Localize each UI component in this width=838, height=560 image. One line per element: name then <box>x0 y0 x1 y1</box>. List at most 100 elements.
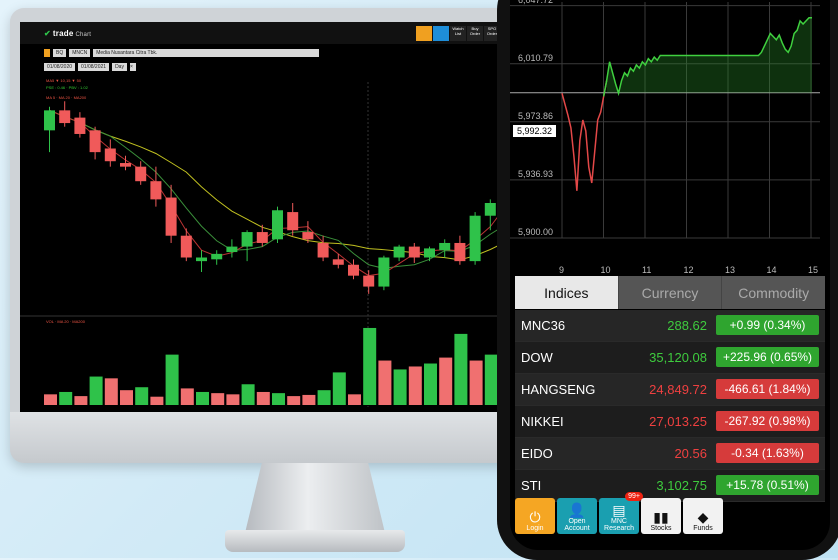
x-label: 12 <box>683 265 694 275</box>
volume-bar <box>256 391 270 405</box>
index-change-badge: -466.61 (1.84%) <box>716 379 819 399</box>
volume-bar <box>302 394 316 405</box>
index-name: EIDO <box>521 446 553 461</box>
candle <box>287 212 299 231</box>
y-label: 6,010.79 <box>518 52 554 63</box>
price-line-down <box>561 80 608 191</box>
research-icon: ▤ <box>612 502 626 518</box>
candle <box>469 215 481 262</box>
index-value: 35,120.08 <box>649 350 707 365</box>
candle <box>150 181 162 200</box>
market-tabs: Indices Currency Commodity <box>515 276 826 309</box>
candle <box>241 232 253 247</box>
volume-bar <box>484 354 498 405</box>
candle <box>135 166 147 182</box>
dock-label: Stocks <box>650 525 672 532</box>
candle <box>424 248 435 258</box>
index-row[interactable]: MNC36 288.62 +0.99 (0.34%) <box>515 310 825 342</box>
phone-device: 6,047.72 6,010.79 5,973.86 5,936.93 5,900.00… <box>497 0 838 560</box>
index-value: 3,102.75 <box>656 478 707 493</box>
x-label: 10 <box>600 265 611 275</box>
candle <box>393 246 405 258</box>
volume-bar <box>348 394 361 405</box>
index-row[interactable]: EIDO 20.56 -0.34 (1.63%) <box>515 438 825 470</box>
volume-bar <box>469 360 483 405</box>
x-label: 9 <box>559 265 565 275</box>
volume-bar <box>378 360 392 405</box>
moving-average-line <box>49 109 506 269</box>
x-label: 11 <box>642 265 652 275</box>
y-label: 5,900.00 <box>518 227 554 237</box>
tab-commodity[interactable]: Commodity <box>721 276 826 309</box>
candle <box>454 242 466 262</box>
candle <box>439 242 451 251</box>
indices-list: MNC36 288.62 +0.99 (0.34%) DOW 35,120.08 +225… <box>515 310 825 502</box>
dock-label: Login <box>526 525 544 532</box>
index-name: MNC36 <box>521 318 566 333</box>
tab-indices[interactable]: Indices <box>515 276 618 309</box>
candle <box>272 210 283 240</box>
candle <box>317 242 329 258</box>
y-label: 5,973.86 <box>518 110 554 121</box>
dock-button-mnc-research[interactable]: ▤ MNC Research 99+ <box>599 492 643 534</box>
volume-bar <box>408 366 422 405</box>
power-icon: ⏻ <box>529 509 541 525</box>
candle <box>59 110 71 124</box>
x-label: 13 <box>725 265 736 275</box>
phone-screen: 6,047.72 6,010.79 5,973.86 5,936.93 5,900.00… <box>510 0 830 550</box>
index-name: STI <box>521 478 542 493</box>
y-label: 5,936.93 <box>518 168 554 179</box>
desktop-trading-screen: ✔ trade Chart Watch List Buy Order SPO Order… <box>20 22 515 412</box>
volume-bar <box>44 394 57 405</box>
index-value: 27,013.25 <box>649 414 707 429</box>
index-value: 288.62 <box>667 318 707 333</box>
index-row[interactable]: NIKKEI 27,013.25 -267.92 (0.98%) <box>515 406 825 438</box>
volume-bar <box>393 369 407 405</box>
intraday-line-chart[interactable] <box>510 0 830 280</box>
current-price-label: 5,992.32 <box>513 125 557 137</box>
monitor-stand-base <box>225 530 405 552</box>
candle <box>120 163 131 167</box>
index-name: DOW <box>521 350 553 365</box>
moving-average-line <box>49 109 506 277</box>
volume-bar <box>287 396 301 405</box>
volume-bar <box>104 378 118 405</box>
candle <box>74 117 86 134</box>
candle <box>363 275 375 287</box>
volume-bar <box>272 393 285 405</box>
candle <box>332 259 344 265</box>
candle <box>165 197 177 236</box>
x-label: 14 <box>766 265 777 275</box>
volume-bar <box>120 390 133 405</box>
candlestick-chart[interactable] <box>20 22 515 412</box>
dock-button-stocks[interactable]: ▮▮ Stocks <box>641 498 681 534</box>
volume-bar <box>454 333 468 405</box>
volume-bar <box>165 354 179 405</box>
dock-label: Funds <box>693 525 713 532</box>
index-change-badge: -0.34 (1.63%) <box>716 443 819 463</box>
candle <box>302 232 314 240</box>
candle <box>484 203 496 216</box>
dock-button-login[interactable]: ⏻ Login <box>515 498 555 534</box>
x-label: 15 <box>808 265 819 275</box>
user-icon: 👤 <box>568 502 586 518</box>
candle <box>196 257 207 262</box>
candle <box>44 110 55 131</box>
index-change-badge: -267.92 (0.98%) <box>716 411 819 431</box>
index-row[interactable]: HANGSENG 24,849.72 -466.61 (1.84%) <box>515 374 825 406</box>
candle <box>104 148 116 162</box>
dock-button-funds[interactable]: ◆ Funds <box>683 498 723 534</box>
bar-chart-icon: ▮▮ <box>653 509 669 525</box>
dock-button-open-account[interactable]: 👤 Open Account <box>557 498 597 534</box>
desktop-monitor: ✔ trade Chart Watch List Buy Order SPO Order… <box>10 8 530 463</box>
candle <box>180 235 192 258</box>
volume-bar <box>196 391 209 405</box>
volume-bar <box>135 387 149 405</box>
tab-currency[interactable]: Currency <box>617 276 722 309</box>
dock-label: MNC Research <box>604 518 634 532</box>
candle <box>378 257 390 287</box>
index-row[interactable]: DOW 35,120.08 +225.96 (0.65%) <box>515 342 825 374</box>
candle <box>348 264 359 276</box>
volume-bar <box>363 327 377 405</box>
candle <box>408 246 420 258</box>
